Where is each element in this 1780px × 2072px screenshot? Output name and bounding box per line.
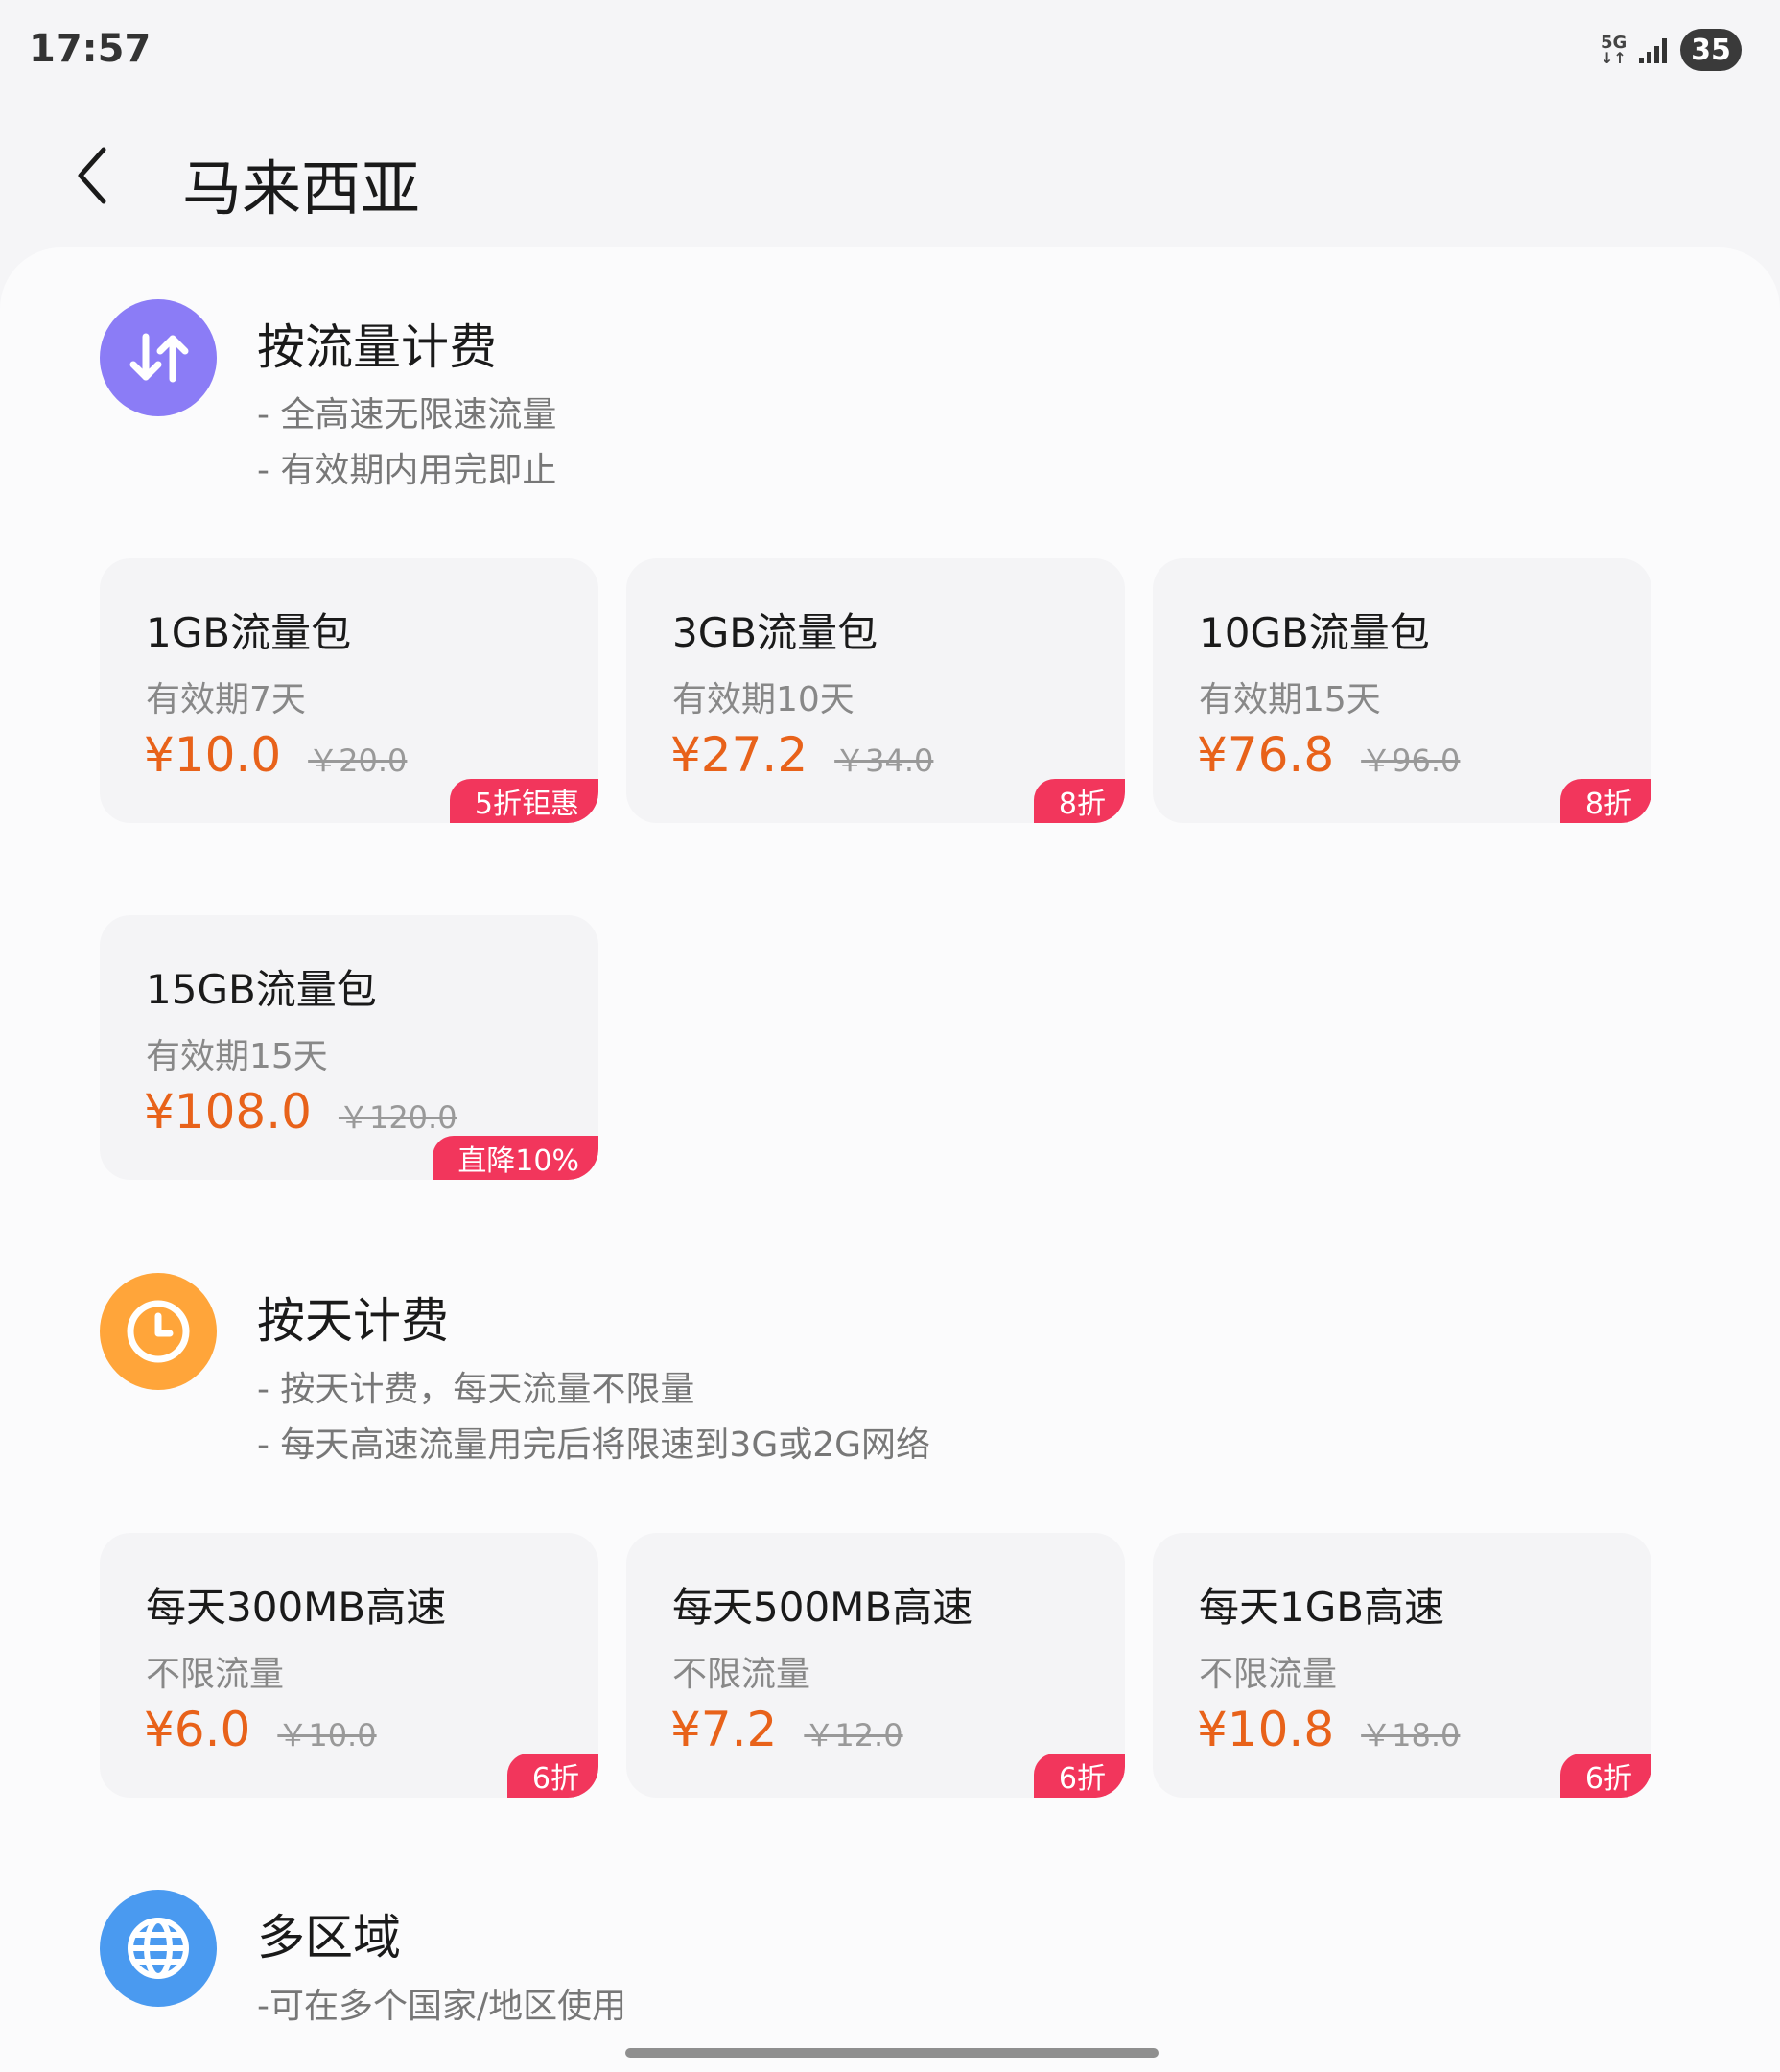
- plan-card-10gb[interactable]: 10GB流量包 有效期15天 ¥76.8 ￥96.0 8折: [1153, 558, 1651, 823]
- plan-original-price: ￥34.0: [834, 742, 934, 779]
- price-line: ¥108.0 ￥120.0: [144, 1084, 457, 1140]
- signal-icon: [1639, 36, 1667, 63]
- plan-name: 1GB流量包: [146, 609, 352, 656]
- plan-validity: 不限流量: [672, 1655, 811, 1694]
- back-button[interactable]: [67, 142, 125, 209]
- plan-original-price: ￥18.0: [1361, 1717, 1461, 1754]
- plan-original-price: ￥96.0: [1361, 742, 1461, 779]
- desc-line: -可在多个国家/地区使用: [257, 1987, 627, 2026]
- plan-card-daily-300mb[interactable]: 每天300MB高速 不限流量 ¥6.0 ￥10.0 6折: [100, 1533, 598, 1798]
- discount-badge: 6折: [1033, 1754, 1125, 1798]
- status-bar: 17:57 5G ↓↑ 35: [0, 0, 1780, 106]
- plan-name: 10GB流量包: [1199, 609, 1430, 656]
- plan-card-daily-1gb[interactable]: 每天1GB高速 不限流量 ¥10.8 ￥18.0 6折: [1153, 1533, 1651, 1798]
- plan-validity: 有效期15天: [146, 1037, 328, 1076]
- plan-validity: 不限流量: [146, 1655, 285, 1694]
- status-time: 17:57: [29, 27, 152, 71]
- discount-badge: 5折钜惠: [449, 779, 598, 823]
- plan-name: 3GB流量包: [672, 609, 878, 656]
- section-title-daily: 按天计费: [257, 1293, 449, 1349]
- plan-original-price: ￥20.0: [308, 742, 408, 779]
- desc-line: - 每天高速流量用完后将限速到3G或2G网络: [257, 1425, 931, 1465]
- discount-badge: 6折: [506, 1754, 598, 1798]
- battery-icon: 35: [1680, 29, 1742, 71]
- price-line: ¥76.8 ￥96.0: [1197, 727, 1460, 783]
- plan-validity: 不限流量: [1199, 1655, 1338, 1694]
- plan-validity: 有效期10天: [672, 680, 855, 719]
- plan-price: ¥108.0: [144, 1084, 312, 1140]
- discount-badge: 6折: [1559, 1754, 1651, 1798]
- plan-name: 每天1GB高速: [1199, 1584, 1445, 1631]
- section-title-traffic: 按流量计费: [257, 319, 497, 375]
- plan-name: 每天300MB高速: [146, 1584, 447, 1631]
- plan-card-15gb[interactable]: 15GB流量包 有效期15天 ¥108.0 ￥120.0 直降10%: [100, 915, 598, 1180]
- plan-name: 每天500MB高速: [672, 1584, 973, 1631]
- plan-price: ¥7.2: [670, 1702, 778, 1757]
- up-down-arrows-icon: [100, 299, 217, 416]
- home-indicator[interactable]: [625, 2048, 1159, 2058]
- network-type-icon: 5G ↓↑: [1601, 35, 1627, 67]
- desc-line: - 全高速无限速流量: [257, 395, 557, 435]
- plan-price: ¥10.8: [1197, 1702, 1335, 1757]
- discount-badge: 8折: [1033, 779, 1125, 823]
- plan-original-price: ￥120.0: [338, 1099, 457, 1136]
- plan-price: ¥76.8: [1197, 727, 1335, 783]
- section-desc-traffic: - 全高速无限速流量 - 有效期内用完即止: [257, 388, 556, 499]
- plan-price: ¥6.0: [144, 1702, 251, 1757]
- battery-level: 35: [1691, 33, 1731, 67]
- discount-badge: 8折: [1559, 779, 1651, 823]
- desc-line: - 有效期内用完即止: [257, 451, 557, 490]
- plan-card-daily-500mb[interactable]: 每天500MB高速 不限流量 ¥7.2 ￥12.0 6折: [626, 1533, 1125, 1798]
- desc-line: - 按天计费，每天流量不限量: [257, 1370, 695, 1409]
- section-desc-multi-region: -可在多个国家/地区使用: [257, 1979, 626, 2035]
- price-line: ¥7.2 ￥12.0: [670, 1702, 903, 1757]
- plan-validity: 有效期15天: [1199, 680, 1381, 719]
- globe-icon: [100, 1890, 217, 2007]
- plan-original-price: ￥12.0: [804, 1717, 903, 1754]
- data-arrows-icon: ↓↑: [1601, 49, 1627, 67]
- section-title-multi-region: 多区域: [257, 1910, 401, 1966]
- status-indicators: 5G ↓↑ 35: [1601, 29, 1742, 71]
- chevron-left-icon: [78, 147, 106, 204]
- page-title: 马来西亚: [182, 153, 421, 224]
- section-desc-daily: - 按天计费，每天流量不限量 - 每天高速流量用完后将限速到3G或2G网络: [257, 1362, 930, 1473]
- plan-original-price: ￥10.0: [277, 1717, 377, 1754]
- plan-validity: 有效期7天: [146, 680, 306, 719]
- plan-card-1gb[interactable]: 1GB流量包 有效期7天 ¥10.0 ￥20.0 5折钜惠: [100, 558, 598, 823]
- price-line: ¥10.8 ￥18.0: [1197, 1702, 1460, 1757]
- header: 马来西亚: [0, 115, 1780, 230]
- discount-badge: 直降10%: [433, 1136, 598, 1180]
- plan-card-3gb[interactable]: 3GB流量包 有效期10天 ¥27.2 ￥34.0 8折: [626, 558, 1125, 823]
- clock-icon: [100, 1273, 217, 1390]
- price-line: ¥10.0 ￥20.0: [144, 727, 407, 783]
- plan-name: 15GB流量包: [146, 966, 377, 1013]
- plan-price: ¥10.0: [144, 727, 282, 783]
- plan-price: ¥27.2: [670, 727, 808, 783]
- price-line: ¥6.0 ￥10.0: [144, 1702, 377, 1757]
- price-line: ¥27.2 ￥34.0: [670, 727, 933, 783]
